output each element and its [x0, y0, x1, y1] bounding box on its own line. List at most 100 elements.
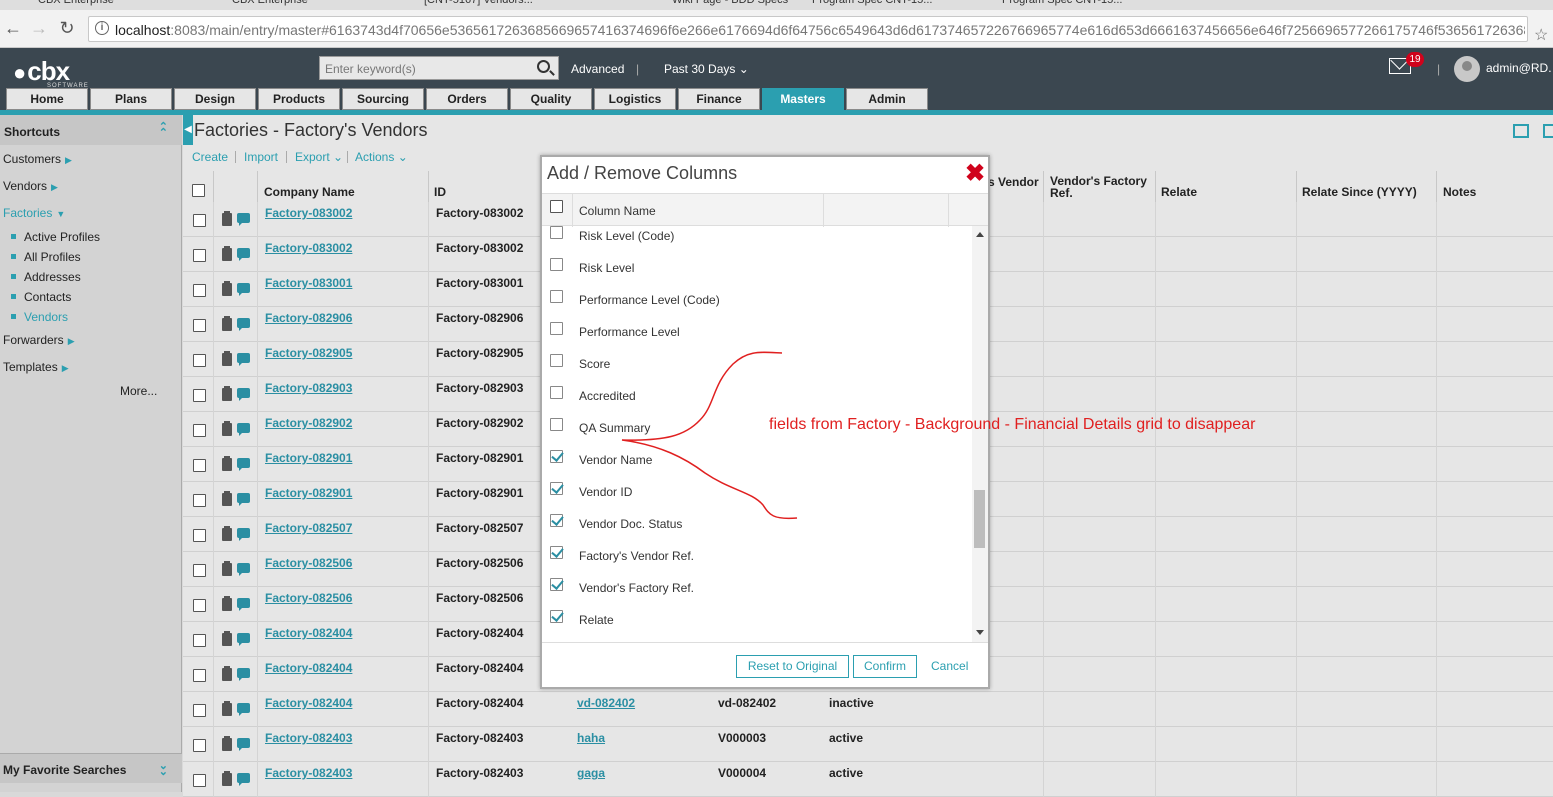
forward-icon[interactable]: →	[28, 18, 50, 39]
clipboard-icon[interactable]	[222, 491, 232, 506]
nav-tab-orders[interactable]: Orders	[426, 88, 508, 110]
company-name-link[interactable]: Factory-082901	[265, 486, 352, 500]
col-notes[interactable]: Notes	[1443, 185, 1476, 199]
create-button[interactable]: Create	[192, 150, 228, 164]
sidebar-sub-active-profiles[interactable]: Active Profiles	[11, 230, 100, 244]
column-checkbox[interactable]	[550, 482, 563, 495]
collapse-down-icon[interactable]: ⌄ ⌄	[159, 761, 168, 778]
comment-icon[interactable]	[237, 773, 250, 786]
column-list-scrollbar[interactable]	[972, 226, 988, 642]
col-vendors-factory-ref[interactable]: Vendor's Factory Ref.	[1050, 175, 1147, 199]
scroll-thumb[interactable]	[974, 490, 985, 548]
sidebar-collapse-tab[interactable]: ◀	[183, 115, 193, 145]
company-name-link[interactable]: Factory-082404	[265, 696, 352, 710]
comment-icon[interactable]	[237, 598, 250, 611]
comment-icon[interactable]	[237, 458, 250, 471]
sidebar-item-forwarders[interactable]: Forwarders ▶	[3, 333, 75, 347]
sidebar-sub-addresses[interactable]: Addresses	[11, 270, 81, 284]
row-checkbox[interactable]	[193, 529, 206, 542]
user-avatar[interactable]	[1454, 56, 1480, 82]
sidebar-item-vendors[interactable]: Vendors ▶	[3, 179, 58, 193]
date-filter-dropdown[interactable]: Past 30 Days ⌄	[664, 62, 749, 76]
col-company-name[interactable]: Company Name	[264, 185, 355, 199]
row-checkbox[interactable]	[193, 599, 206, 612]
comment-icon[interactable]	[237, 248, 250, 261]
company-name-link[interactable]: Factory-082404	[265, 626, 352, 640]
info-icon[interactable]: i	[95, 21, 109, 35]
row-checkbox[interactable]	[193, 354, 206, 367]
clipboard-icon[interactable]	[222, 666, 232, 681]
nav-tab-logistics[interactable]: Logistics	[594, 88, 676, 110]
shortcuts-header[interactable]: Shortcuts ⌃ ⌃	[0, 115, 182, 145]
import-button[interactable]: Import	[244, 150, 278, 164]
col-relate[interactable]: Relate	[1161, 185, 1197, 199]
column-checkbox[interactable]	[550, 546, 563, 559]
row-checkbox[interactable]	[193, 389, 206, 402]
browser-tab[interactable]: CBX Enterprise	[38, 0, 114, 8]
column-checkbox[interactable]	[550, 578, 563, 591]
nav-tab-home[interactable]: Home	[6, 88, 88, 110]
clipboard-icon[interactable]	[222, 386, 232, 401]
column-option[interactable]: Factory's Vendor Ref.	[542, 542, 972, 574]
company-name-link[interactable]: Factory-082906	[265, 311, 352, 325]
cancel-button[interactable]: Cancel	[931, 659, 968, 673]
sidebar-more-link[interactable]: More...	[120, 384, 157, 398]
clipboard-icon[interactable]	[222, 736, 232, 751]
column-checkbox[interactable]	[550, 450, 563, 463]
actions-menu[interactable]: Actions ⌄	[355, 150, 408, 164]
browser-tab[interactable]: CBX Enterprise	[232, 0, 308, 8]
comment-icon[interactable]	[237, 633, 250, 646]
row-checkbox[interactable]	[193, 424, 206, 437]
company-name-link[interactable]: Factory-082506	[265, 591, 352, 605]
row-checkbox[interactable]	[193, 774, 206, 787]
column-checkbox[interactable]	[550, 418, 563, 431]
scroll-up-arrow-icon[interactable]	[976, 232, 984, 237]
bookmark-star-icon[interactable]: ☆	[1534, 25, 1548, 45]
column-checkbox[interactable]	[550, 354, 563, 367]
sidebar-item-factories[interactable]: Factories ▼	[3, 206, 65, 220]
table-row[interactable]: Factory-082404 Factory-082404 vd-082402 vd-…	[183, 692, 1553, 727]
comment-icon[interactable]	[237, 423, 250, 436]
row-checkbox[interactable]	[193, 214, 206, 227]
company-name-link[interactable]: Factory-082903	[265, 381, 352, 395]
company-name-link[interactable]: Factory-082902	[265, 416, 352, 430]
column-option[interactable]: Relate	[542, 606, 972, 638]
reload-icon[interactable]: ↻	[56, 18, 78, 39]
clipboard-icon[interactable]	[222, 316, 232, 331]
nav-tab-plans[interactable]: Plans	[90, 88, 172, 110]
col-factorys-vendor[interactable]: s Vendor	[988, 175, 1039, 189]
col-relate-since[interactable]: Relate Since (YYYY)	[1302, 185, 1417, 199]
row-checkbox[interactable]	[193, 249, 206, 262]
clipboard-icon[interactable]	[222, 246, 232, 261]
keyword-search[interactable]: Enter keyword(s)	[319, 56, 559, 80]
comment-icon[interactable]	[237, 563, 250, 576]
advanced-search-link[interactable]: Advanced	[571, 62, 624, 76]
row-checkbox[interactable]	[193, 634, 206, 647]
sidebar-item-customers[interactable]: Customers ▶	[3, 152, 72, 166]
company-name-link[interactable]: Factory-082507	[265, 521, 352, 535]
sidebar-sub-vendors[interactable]: Vendors	[11, 310, 68, 324]
row-checkbox[interactable]	[193, 669, 206, 682]
column-option[interactable]: Risk Level (Code)	[542, 226, 972, 254]
row-checkbox[interactable]	[193, 319, 206, 332]
back-icon[interactable]: ←	[2, 18, 24, 39]
column-checkbox[interactable]	[550, 226, 563, 239]
column-option[interactable]: Vendor ID	[542, 478, 972, 510]
company-name-link[interactable]: Factory-082403	[265, 731, 352, 745]
company-name-link[interactable]: Factory-082404	[265, 661, 352, 675]
column-option[interactable]: Risk Level	[542, 254, 972, 286]
clipboard-icon[interactable]	[222, 701, 232, 716]
comment-icon[interactable]	[237, 283, 250, 296]
comment-icon[interactable]	[237, 703, 250, 716]
nav-tab-masters[interactable]: Masters	[762, 88, 844, 110]
comment-icon[interactable]	[237, 668, 250, 681]
company-name-link[interactable]: Factory-082506	[265, 556, 352, 570]
vendor-link[interactable]: gaga	[577, 766, 605, 780]
column-checkbox[interactable]	[550, 322, 563, 335]
nav-tab-finance[interactable]: Finance	[678, 88, 760, 110]
nav-tab-sourcing[interactable]: Sourcing	[342, 88, 424, 110]
collapse-up-icon[interactable]: ⌃ ⌃	[159, 122, 168, 139]
column-option[interactable]: Performance Level (Code)	[542, 286, 972, 318]
row-checkbox[interactable]	[193, 739, 206, 752]
select-all-columns-checkbox[interactable]	[550, 200, 563, 213]
